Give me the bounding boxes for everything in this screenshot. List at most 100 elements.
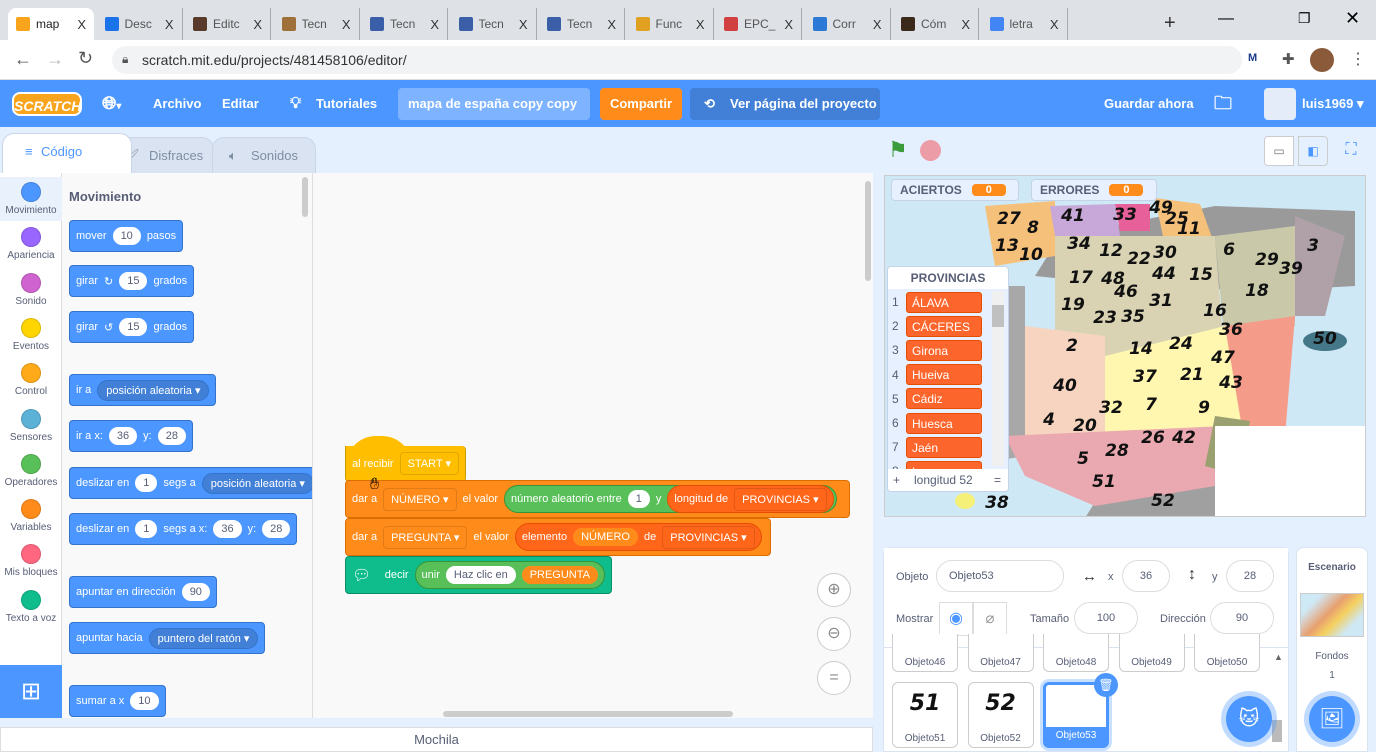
block-go-to-xy[interactable]: ir a x: 36 y: 28 bbox=[69, 420, 193, 452]
random-block[interactable]: número aleatorio entre 1 y longitud de PROV… bbox=[504, 485, 837, 513]
province-number-label[interactable]: 4 bbox=[1043, 410, 1055, 430]
tab-sounds[interactable]: 🔈︎ Sonidos bbox=[212, 137, 316, 173]
sprite-name-input[interactable]: Objeto53 bbox=[936, 560, 1064, 592]
speak-block[interactable]: 💬︎ decir unir Haz clic en PREGUNTA bbox=[345, 556, 612, 594]
green-flag-icon[interactable]: ⚑ bbox=[888, 137, 908, 163]
when-i-receive-block[interactable]: al recibir START ▾ bbox=[345, 446, 466, 482]
list-dropdown[interactable]: PROVINCIAS ▾ bbox=[662, 525, 755, 549]
backpack-bar[interactable]: Mochila bbox=[0, 727, 873, 752]
province-number-label[interactable]: 13 bbox=[995, 236, 1019, 256]
list-item[interactable]: 1 ÁLAVA bbox=[892, 291, 982, 313]
list-item-value[interactable]: ÁLAVA bbox=[906, 291, 982, 313]
list-resize-handle[interactable]: = bbox=[994, 469, 1001, 491]
block-turn-left[interactable]: girar ↺ 15 grados bbox=[69, 311, 195, 343]
reload-icon[interactable]: ↻ bbox=[78, 48, 93, 69]
secs-input[interactable]: 1 bbox=[135, 520, 158, 538]
close-tab-icon[interactable]: X bbox=[77, 17, 86, 32]
list-item-value[interactable]: Cádiz bbox=[906, 388, 982, 410]
block-turn-right[interactable]: girar ↻ 15 grados bbox=[69, 265, 195, 297]
save-now-button[interactable]: Guardar ahora bbox=[1104, 80, 1194, 127]
hide-button[interactable]: ⌀ bbox=[973, 602, 1007, 636]
browser-tab[interactable]: Tecn X bbox=[451, 8, 537, 40]
sprite-thumbnail[interactable]: Objeto49 bbox=[1118, 634, 1185, 672]
province-number-label[interactable]: 47 bbox=[1211, 348, 1235, 368]
list-item[interactable]: 7 Jaén bbox=[892, 436, 982, 458]
sprite-thumbnail[interactable]: Objeto47 bbox=[967, 634, 1034, 672]
tab-code[interactable]: ≡ Código bbox=[2, 133, 132, 173]
large-stage-button[interactable]: ◧ bbox=[1298, 136, 1328, 166]
province-number-label[interactable]: 51 bbox=[1092, 472, 1116, 492]
close-tab-icon[interactable]: X bbox=[430, 17, 439, 32]
close-window-button[interactable]: ✕ bbox=[1345, 8, 1360, 29]
stage-target-pane[interactable]: Escenario Fondos 1 🖼︎ bbox=[1296, 547, 1368, 752]
category-variables[interactable]: Variables bbox=[0, 494, 62, 538]
message-dropdown[interactable]: START ▾ bbox=[399, 452, 459, 475]
block-point-direction[interactable]: apuntar en dirección 90 bbox=[69, 576, 217, 608]
province-number-label[interactable]: 19 bbox=[1061, 295, 1085, 315]
join-text-input[interactable]: Haz clic en bbox=[445, 566, 516, 584]
sprite-thumbnail[interactable]: Objeto53 🗑︎ bbox=[1043, 673, 1118, 748]
browser-tab[interactable]: Tecn X bbox=[274, 8, 360, 40]
province-number-label[interactable]: 50 bbox=[1313, 329, 1337, 349]
add-extension-button[interactable]: ⊞ bbox=[0, 665, 62, 718]
province-number-label[interactable]: 3 bbox=[1307, 236, 1319, 256]
user-avatar[interactable] bbox=[1264, 88, 1296, 120]
variable-dropdown[interactable]: NÚMERO ▾ bbox=[383, 487, 457, 511]
close-tab-icon[interactable]: X bbox=[696, 17, 705, 32]
province-number-label[interactable]: 22 bbox=[1127, 249, 1151, 269]
province-number-label[interactable]: 34 bbox=[1067, 234, 1091, 254]
province-number-label[interactable]: 5 bbox=[1077, 449, 1089, 469]
block-change-x[interactable]: sumar a x 10 bbox=[69, 685, 166, 717]
close-tab-icon[interactable]: X bbox=[253, 17, 262, 32]
province-number-label[interactable]: 37 bbox=[1133, 367, 1157, 387]
set-variable-numero-block[interactable]: dar a NÚMERO ▾ el valor número aleatorio e… bbox=[345, 480, 850, 518]
y-input[interactable]: 28 bbox=[262, 520, 291, 538]
browser-tab[interactable]: Tecn X bbox=[539, 8, 625, 40]
list-item-value[interactable]: Huesca bbox=[906, 412, 982, 434]
province-number-label[interactable]: 26 bbox=[1141, 428, 1165, 448]
towards-dropdown[interactable]: puntero del ratón ▾ bbox=[148, 627, 259, 649]
province-number-label[interactable]: 24 bbox=[1169, 334, 1193, 354]
extension-icon[interactable]: M bbox=[1248, 52, 1257, 64]
language-globe-icon[interactable]: 🌐︎▾ bbox=[102, 80, 121, 127]
province-number-label[interactable]: 12 bbox=[1099, 241, 1123, 261]
sprite-list-scrollbar[interactable] bbox=[1272, 720, 1282, 742]
set-variable-pregunta-block[interactable]: dar a PREGUNTA ▾ el valor elemento NÚMERO de… bbox=[345, 518, 771, 556]
stage-canvas[interactable]: ACIERTOS 0 ERRORES 0 27 8 41 33 49 25 11 13 10 34 12… bbox=[884, 175, 1366, 517]
x-change-input[interactable]: 10 bbox=[130, 692, 159, 710]
my-stuff-folder-icon[interactable]: 🗀 bbox=[1214, 80, 1232, 127]
forward-icon[interactable]: → bbox=[46, 49, 64, 70]
from-input[interactable]: 1 bbox=[627, 490, 650, 508]
menu-archivo[interactable]: Archivo bbox=[153, 80, 201, 127]
category-sensores[interactable]: Sensores bbox=[0, 404, 62, 448]
province-number-label[interactable]: 17 bbox=[1069, 268, 1093, 288]
x-input[interactable]: 36 bbox=[108, 427, 138, 445]
browser-tab[interactable]: Cóm X bbox=[893, 8, 979, 40]
script-horizontal-scrollbar[interactable] bbox=[443, 711, 733, 717]
palette-scrollbar[interactable] bbox=[302, 177, 308, 217]
block-glide[interactable]: deslizar en 1 segs a posición aleatoria ▾ bbox=[69, 467, 312, 499]
list-item[interactable]: 6 Huesca bbox=[892, 412, 982, 434]
steps-input[interactable]: 10 bbox=[112, 227, 141, 245]
project-title-input[interactable]: mapa de españa copy copy bbox=[398, 88, 590, 120]
y-input[interactable]: 28 bbox=[1226, 560, 1274, 592]
province-number-label[interactable]: 10 bbox=[1019, 245, 1043, 265]
province-number-label[interactable]: 23 bbox=[1093, 308, 1117, 328]
province-number-label[interactable]: 2 bbox=[1066, 336, 1078, 356]
list-item[interactable]: 3 Girona bbox=[892, 339, 982, 361]
category-control[interactable]: Control bbox=[0, 358, 62, 402]
category-mis-bloques[interactable]: Mis bloques bbox=[0, 539, 62, 583]
puzzle-icon[interactable]: ✚ bbox=[1282, 50, 1295, 68]
province-number-label[interactable]: 43 bbox=[1219, 373, 1243, 393]
province-number-label[interactable]: 21 bbox=[1180, 365, 1204, 385]
backdrop-thumbnail[interactable] bbox=[1300, 593, 1364, 637]
small-stage-button[interactable]: ▭ bbox=[1264, 136, 1294, 166]
close-tab-icon[interactable]: X bbox=[342, 17, 351, 32]
block-move-steps[interactable]: mover 10 pasos bbox=[69, 220, 184, 252]
list-item-value[interactable]: Hueiva bbox=[906, 364, 982, 386]
kebab-menu-icon[interactable]: ⋮ bbox=[1350, 49, 1366, 69]
see-project-page-button[interactable]: ⟲ Ver página del proyecto bbox=[690, 88, 880, 120]
back-icon[interactable]: ← bbox=[14, 49, 32, 70]
menu-tutoriales[interactable]: Tutoriales bbox=[316, 80, 377, 127]
numero-reporter[interactable]: NÚMERO bbox=[573, 528, 638, 546]
